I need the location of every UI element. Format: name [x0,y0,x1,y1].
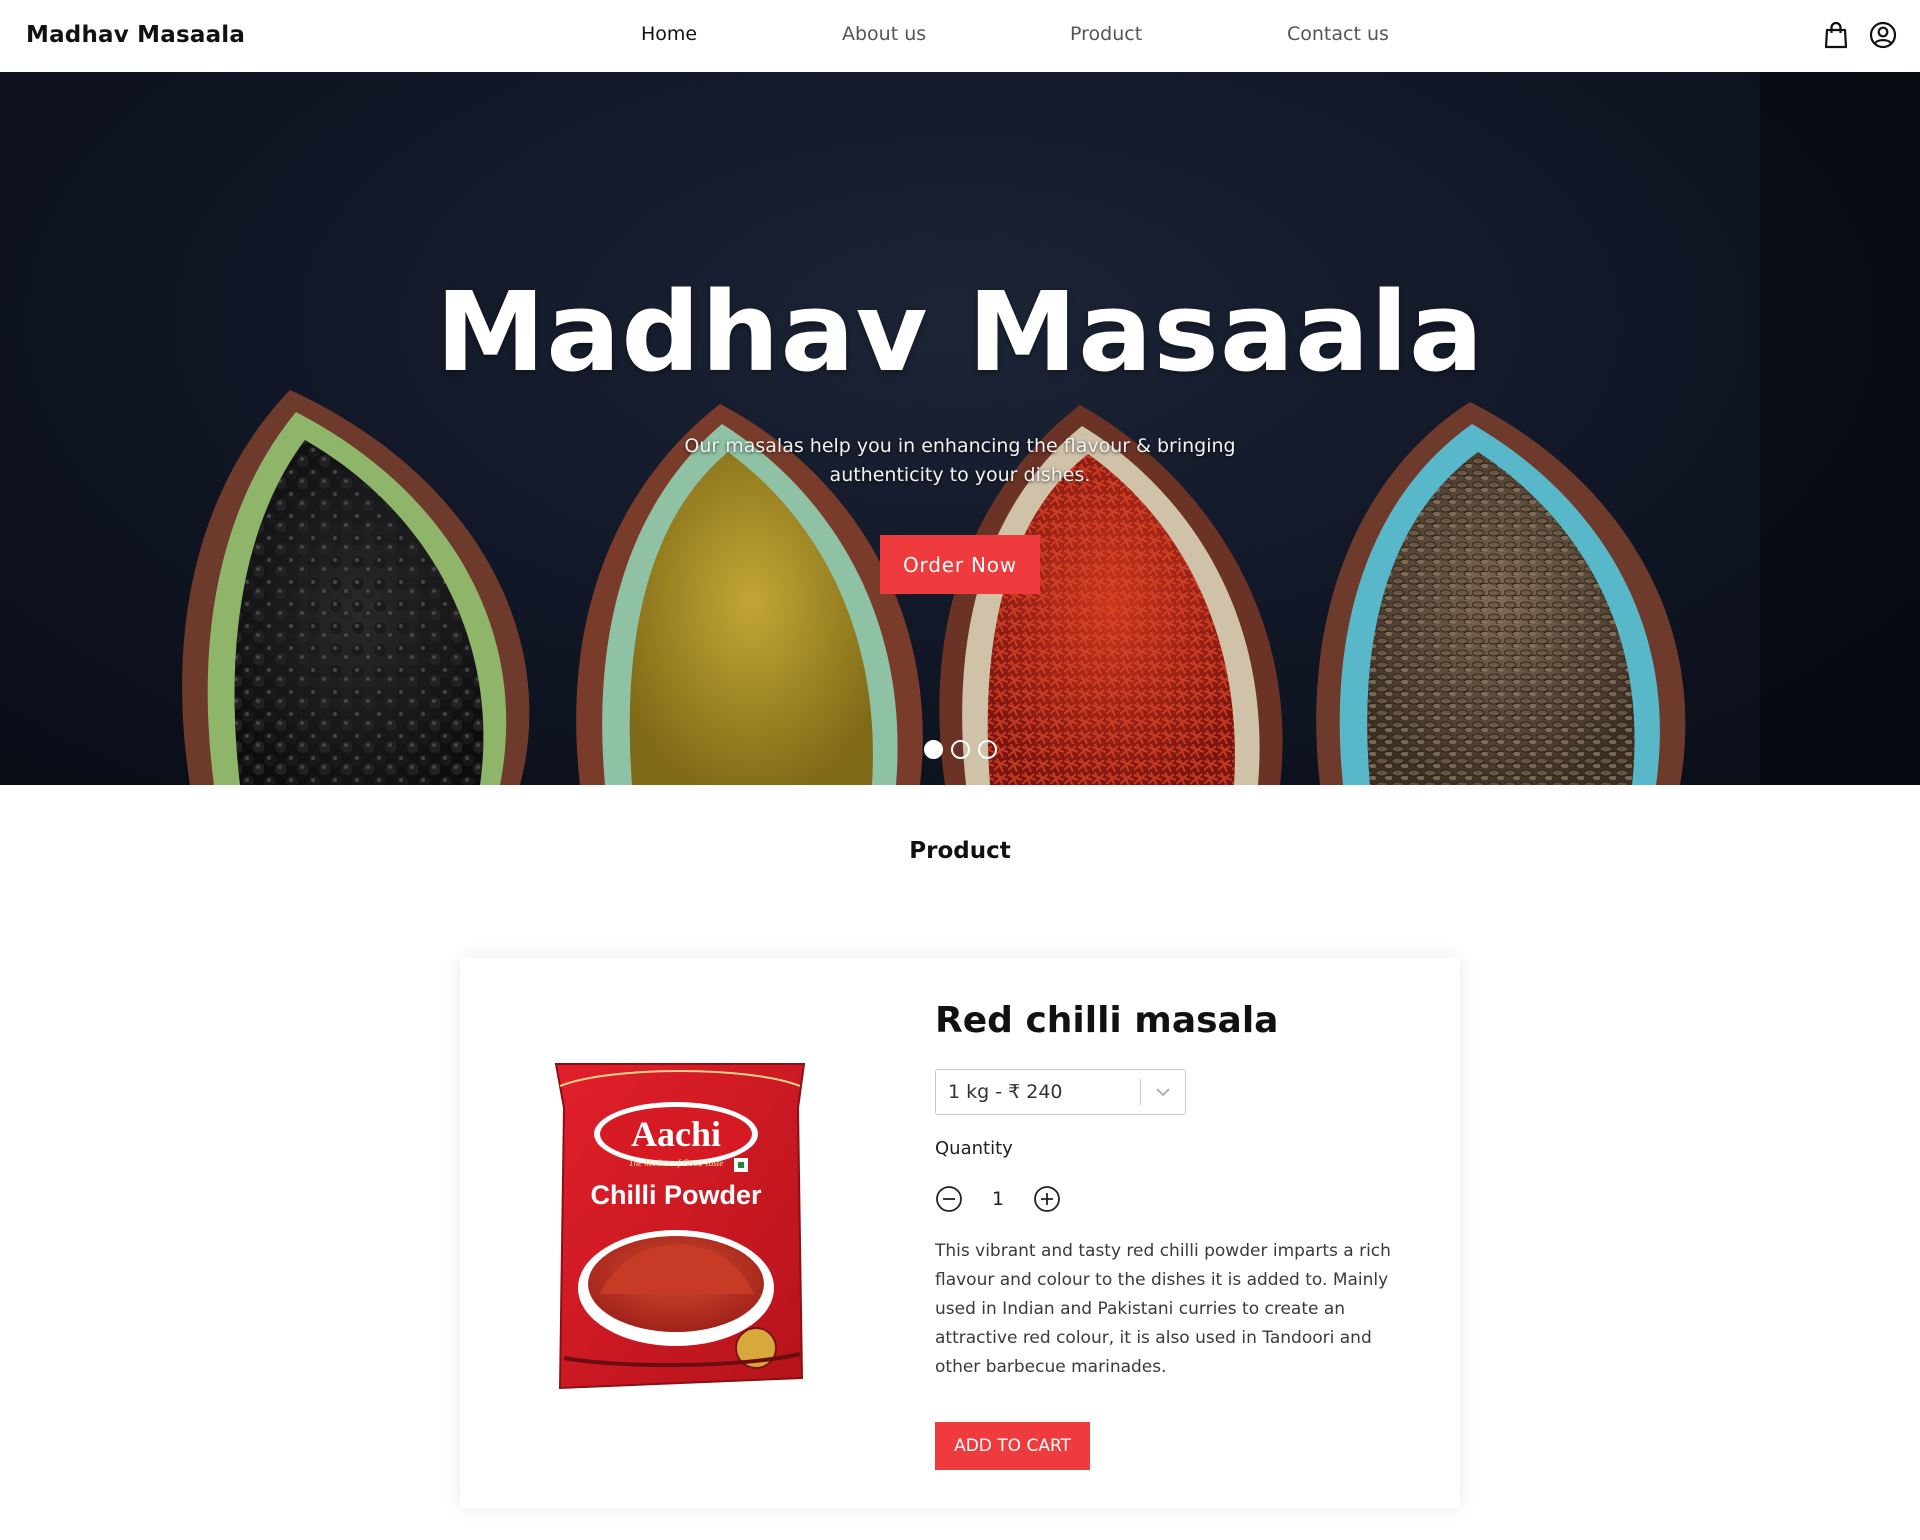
nav-product[interactable]: Product [1070,23,1142,45]
product-description: This vibrant and tasty red chilli powder… [935,1241,1391,1377]
carousel-dot-2[interactable] [951,740,970,759]
size-price-value: 1 kg - ₹ 240 [948,1081,1063,1103]
carousel-dot-1[interactable] [924,740,943,759]
site-header: Madhav Masaala Home About us Product Con… [0,0,1920,72]
hero-title: Madhav Masaala [435,268,1485,396]
hero-banner: Madhav Masaala Our masalas help you in e… [0,72,1920,785]
packet-tagline: The Mother of Good Taste [629,1158,724,1168]
carousel-indicators [924,740,997,759]
product-image: Aachi The Mother of Good Taste Chilli Po… [554,1063,806,1390]
section-title: Product [909,838,1011,864]
quantity-label: Quantity [935,1138,1013,1159]
brand-logo[interactable]: Madhav Masaala [26,22,245,48]
header-actions [1822,20,1897,50]
order-now-button[interactable]: Order Now [880,535,1040,594]
quantity-stepper: 1 [935,1185,1061,1213]
nav-contact-us[interactable]: Contact us [1287,23,1389,45]
packet-product-name: Chilli Powder [590,1180,762,1210]
nav-about-us[interactable]: About us [842,23,926,45]
chevron-down-icon[interactable] [1141,1070,1185,1114]
shopping-bag-icon[interactable] [1822,20,1850,50]
product-card: Aachi The Mother of Good Taste Chilli Po… [460,958,1460,1508]
quantity-value: 1 [991,1188,1005,1210]
user-account-icon[interactable] [1868,20,1897,50]
hero-subtitle: Our masalas help you in enhancing the fl… [684,435,1236,486]
spice-bowls-image [182,72,1920,785]
size-price-select[interactable]: 1 kg - ₹ 240 [935,1069,1186,1115]
add-to-cart-button[interactable]: ADD TO CART [935,1422,1090,1470]
minus-circle-icon[interactable] [935,1185,963,1213]
product-name: Red chilli masala [935,1000,1279,1041]
carousel-dot-3[interactable] [978,740,997,759]
packet-brand: Aachi [631,1114,721,1154]
nav-home[interactable]: Home [641,23,697,45]
plus-circle-icon[interactable] [1033,1185,1061,1213]
